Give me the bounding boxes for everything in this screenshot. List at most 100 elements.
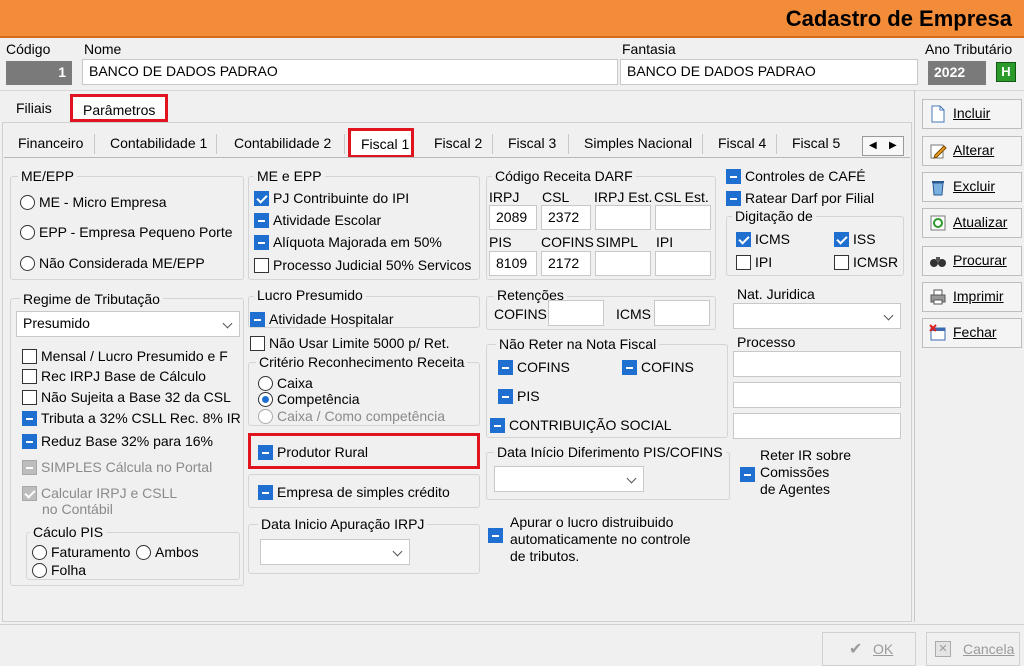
check-nao-usar-limite[interactable]: Não Usar Limite 5000 p/ Ret.	[250, 334, 450, 351]
tab-simples-nacional[interactable]: Simples Nacional	[574, 130, 702, 158]
irpj-est-label: IRPJ Est.	[594, 189, 653, 205]
atualizar-button[interactable]: Atualizar	[922, 208, 1022, 238]
check-mensal-lucro[interactable]: Mensal / Lucro Presumido e F	[22, 347, 240, 364]
check-controles-cafe[interactable]: Controles de CAFÉ	[726, 167, 866, 184]
check-pj-contribuinte-ipi[interactable]: PJ Contribuinte do IPI	[254, 189, 409, 206]
check-rec-irpj[interactable]: Rec IRPJ Base de Cálculo	[22, 367, 240, 384]
imprimir-button[interactable]: Imprimir	[922, 282, 1022, 312]
check-contribuicao-social[interactable]: CONTRIBUIÇÃO SOCIAL	[490, 416, 672, 433]
tab-filiais[interactable]: Filiais	[6, 95, 62, 123]
check-atividade-escolar[interactable]: Atividade Escolar	[254, 211, 381, 228]
csl-est-field[interactable]	[655, 205, 711, 230]
tab-contabilidade-1[interactable]: Contabilidade 1	[100, 130, 217, 158]
processo-field-1[interactable]	[733, 351, 901, 377]
close-window-icon	[929, 324, 946, 341]
radio-me[interactable]: ME - Micro Empresa	[20, 193, 167, 210]
reter-line2: Comissões	[760, 464, 830, 480]
incluir-button[interactable]: Incluir	[922, 99, 1022, 129]
fechar-button[interactable]: Fechar	[922, 318, 1022, 348]
ok-button[interactable]: ✔ OK	[822, 632, 916, 666]
check-simples-calcula[interactable]: SIMPLES Cálcula no Portal	[22, 458, 212, 475]
radio-nao-considerada[interactable]: Não Considerada ME/EPP	[20, 254, 205, 271]
data-apuracao-select[interactable]	[260, 539, 410, 565]
tab-fiscal-1[interactable]: Fiscal 1	[348, 128, 414, 158]
check-reduz-base[interactable]: Reduz Base 32% para 16%	[22, 432, 240, 449]
arrow-left-icon[interactable]: ◀	[869, 140, 877, 151]
check-ratear-darf[interactable]: Ratear Darf por Filial	[726, 189, 874, 206]
check-nao-sujeita[interactable]: Não Sujeita a Base 32 da CSL	[22, 388, 240, 405]
tab-fiscal-5[interactable]: Fiscal 5	[782, 130, 850, 158]
refresh-icon	[930, 215, 946, 231]
printer-icon	[930, 289, 946, 305]
edit-icon	[930, 144, 947, 159]
codigo-label: Código	[6, 41, 51, 57]
ret-icms-field[interactable]	[654, 300, 710, 326]
tab-fiscal-2[interactable]: Fiscal 2	[424, 130, 492, 158]
cofins-field[interactable]: 2172	[541, 251, 591, 276]
new-document-icon	[931, 105, 945, 123]
check-produtor-rural[interactable]: Produtor Rural	[258, 443, 368, 460]
nome-field[interactable]: BANCO DE DADOS PADRAO	[82, 59, 618, 85]
nat-juridica-select[interactable]	[733, 303, 901, 329]
fantasia-field[interactable]: BANCO DE DADOS PADRAO	[620, 59, 918, 85]
check-processo-judicial[interactable]: Processo Judicial 50% Servicos	[254, 256, 471, 273]
check-aliquota-majorada[interactable]: Alíquota Majorada em 50%	[254, 233, 442, 250]
tab-parametros[interactable]: Parâmetros	[70, 94, 169, 122]
regime-select[interactable]: Presumido	[16, 311, 240, 337]
cancel-icon: ✕	[935, 641, 951, 657]
codigo-field[interactable]: 1	[6, 61, 72, 85]
alterar-button[interactable]: Alterar	[922, 136, 1022, 166]
check-calcular-irpj[interactable]: Calcular IRPJ e CSLL	[22, 484, 177, 501]
chevron-down-icon	[626, 473, 637, 484]
check-cofins-2[interactable]: COFINS	[622, 358, 694, 375]
irpj-est-field[interactable]	[595, 205, 651, 230]
check-ipi[interactable]: IPI	[736, 253, 772, 270]
radio-caixa[interactable]: Caixa	[258, 374, 313, 391]
processo-field-2[interactable]	[733, 382, 901, 408]
ipi-label: IPI	[656, 234, 674, 250]
chevron-down-icon	[883, 310, 894, 321]
apurar-line3: de tributos.	[510, 548, 580, 564]
nao-reter-label: Não Reter na Nota Fiscal	[496, 336, 660, 352]
ano-h-button[interactable]: H	[996, 62, 1016, 82]
tab-fiscal-3[interactable]: Fiscal 3	[498, 130, 566, 158]
radio-competencia[interactable]: Competência	[258, 390, 360, 407]
check-pis[interactable]: PIS	[498, 387, 540, 404]
apurar-line2: automaticamente no controle	[510, 531, 691, 547]
cancela-button[interactable]: ✕ Cancela	[926, 632, 1020, 666]
processo-field-3[interactable]	[733, 413, 901, 439]
ipi-field[interactable]	[655, 251, 711, 276]
check-atividade-hospitalar[interactable]: Atividade Hospitalar	[250, 310, 394, 327]
irpj-field[interactable]: 2089	[489, 205, 537, 230]
check-icmsr[interactable]: ICMSR	[834, 253, 898, 270]
ret-cofins-field[interactable]	[548, 300, 604, 326]
radio-epp[interactable]: EPP - Empresa Pequeno Porte	[20, 223, 233, 240]
regime-label: Regime de Tributação	[20, 291, 163, 307]
chevron-down-icon	[222, 318, 233, 329]
radio-ambos[interactable]: Ambos	[136, 543, 199, 560]
check-icms[interactable]: ICMS	[736, 230, 790, 247]
data-diferimento-select[interactable]	[494, 466, 644, 492]
radio-folha[interactable]: Folha	[32, 561, 86, 578]
check-tributa-32[interactable]: Tributa a 32% CSLL Rec. 8% IR	[22, 409, 240, 426]
tab-financeiro[interactable]: Financeiro	[8, 130, 93, 158]
tab-fiscal-4[interactable]: Fiscal 4	[708, 130, 776, 158]
check-iss[interactable]: ISS	[834, 230, 876, 247]
simpl-field[interactable]	[595, 251, 651, 276]
simpl-label: SIMPL	[596, 234, 639, 250]
check-cofins-1[interactable]: COFINS	[498, 358, 570, 375]
arrow-right-icon[interactable]: ▶	[889, 140, 897, 151]
pis-field[interactable]: 8109	[489, 251, 537, 276]
excluir-button[interactable]: Excluir	[922, 172, 1022, 202]
check-apurar-lucro[interactable]	[488, 526, 503, 543]
nome-label: Nome	[84, 41, 122, 57]
csl-field[interactable]: 2372	[541, 205, 591, 230]
radio-faturamento[interactable]: Faturamento	[32, 543, 130, 560]
tab-scroll-arrows[interactable]: ◀ ▶	[862, 136, 904, 156]
check-reter-ir[interactable]	[740, 465, 755, 482]
check-empresa-simples[interactable]: Empresa de simples crédito	[258, 483, 450, 500]
procurar-button[interactable]: Procurar	[922, 246, 1022, 276]
ano-field[interactable]: 2022	[928, 61, 986, 85]
tab-contabilidade-2[interactable]: Contabilidade 2	[224, 130, 341, 158]
radio-caixa-competencia[interactable]: Caixa / Como competência	[258, 407, 445, 424]
